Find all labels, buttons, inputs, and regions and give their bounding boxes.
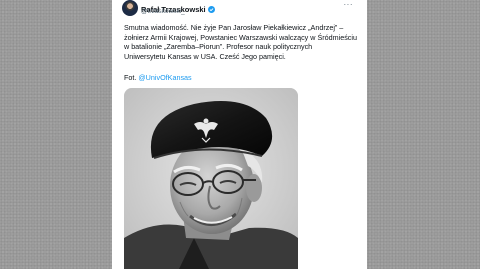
tweet-photo[interactable]: [124, 88, 298, 269]
tweet-text: Smutna wiadomość. Nie żyje Pan Jarosław …: [124, 23, 359, 61]
background-left: [0, 0, 112, 269]
tweet-header: Rafał Trzaskowski @trzaskowski_ ···: [122, 0, 357, 20]
photo-credit-prefix: Fot.: [124, 73, 137, 82]
portrait-photo-icon: [124, 88, 298, 269]
avatar[interactable]: [122, 0, 138, 16]
more-dots-icon[interactable]: ···: [344, 0, 354, 9]
tweet-card: Rafał Trzaskowski @trzaskowski_ ··· Smut…: [112, 0, 367, 269]
tweet-text-line: w batalionie „Zaremba–Piorun”. Profesor …: [124, 42, 313, 51]
tweet-text-line: Smutna wiadomość. Nie żyje Pan Jarosław …: [124, 23, 344, 32]
tweet-text-line: Uniwersytetu Kansas w USA. Cześć Jego pa…: [124, 51, 286, 61]
verified-badge-icon: [207, 6, 215, 13]
background-right: [367, 0, 480, 269]
tweet-text-line: żołnierz Armii Krajowej, Powstaniec Wars…: [124, 32, 357, 42]
photo-credit: Fot. @UnivOfKansas: [124, 73, 192, 82]
author-handle[interactable]: @trzaskowski_: [141, 8, 185, 15]
mention-link[interactable]: @UnivOfKansas: [138, 73, 191, 82]
